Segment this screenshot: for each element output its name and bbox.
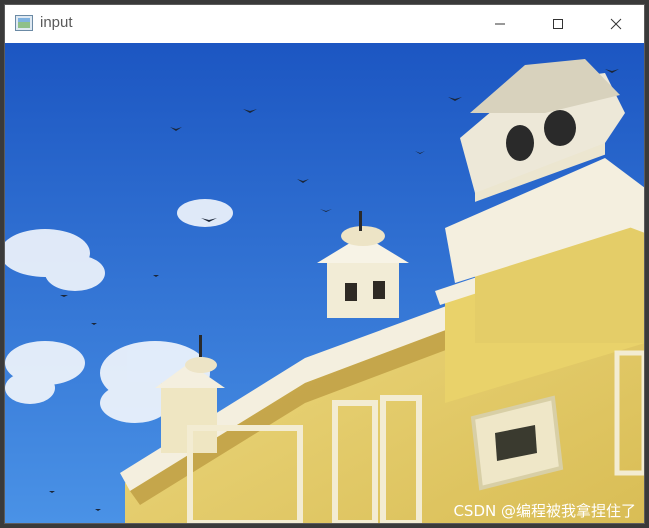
image-canvas: CSDN @编程被我拿捏住了 [5, 43, 644, 523]
minimize-icon [495, 23, 505, 25]
watermark-text: CSDN @编程被我拿捏住了 [453, 502, 636, 520]
palace-photo: CSDN @编程被我拿捏住了 [5, 43, 644, 523]
maximize-icon [553, 19, 563, 29]
image-window: input CSDN @编程被我拿捏住了 [4, 4, 645, 524]
window-title: input [40, 14, 73, 31]
image-window-icon [15, 15, 33, 31]
close-button[interactable] [593, 5, 639, 43]
close-icon [610, 18, 622, 30]
title-bar[interactable]: input [5, 5, 644, 43]
minimize-button[interactable] [477, 5, 523, 43]
maximize-button[interactable] [535, 5, 581, 43]
